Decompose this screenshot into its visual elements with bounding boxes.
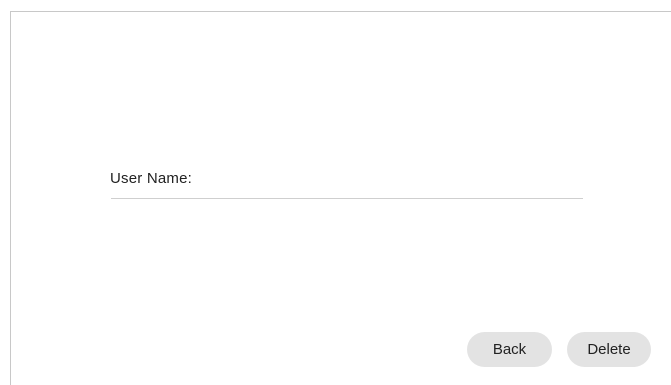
dialog-panel: User Name: Back Delete (10, 11, 671, 385)
user-name-label: User Name: (110, 170, 193, 187)
user-name-input[interactable] (111, 196, 583, 199)
back-button[interactable]: Back (467, 332, 552, 367)
delete-button[interactable]: Delete (567, 332, 651, 367)
